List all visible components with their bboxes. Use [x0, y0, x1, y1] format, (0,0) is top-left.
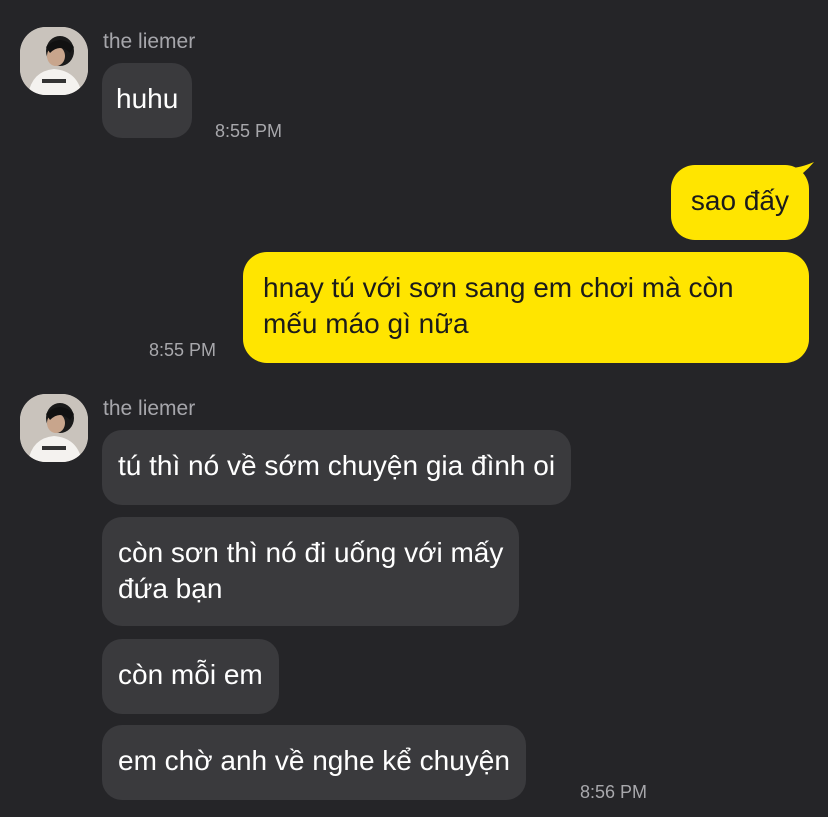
sender-name: the liemer [103, 397, 196, 420]
message-bubble[interactable]: tú thì nó về sớm chuyện gia đình oi [102, 430, 572, 505]
message-time: 8:55 PM [149, 340, 217, 360]
message-bubble[interactable]: hnay tú với sơn sang em chơi mà còn mếu … [243, 252, 809, 363]
message-bubble[interactable]: còn sơn thì nó đi uống với mấy đứa bạn [102, 517, 520, 626]
bubble-tail-icon [790, 162, 814, 182]
message-text: sao đấy [690, 185, 789, 216]
avatar[interactable] [20, 394, 88, 462]
message-text: tú thì nó về sớm chuyện gia đình oi [118, 450, 556, 481]
message-bubble[interactable]: huhu [102, 63, 193, 138]
message-bubble[interactable]: em chờ anh về nghe kể chuyện [102, 725, 526, 800]
message-time: 8:56 PM [580, 782, 648, 802]
avatar[interactable] [20, 27, 88, 95]
sender-name: the liemer [103, 30, 196, 53]
message-text: huhu [116, 83, 179, 114]
message-text-line: đứa bạn [118, 573, 223, 604]
message-text-line: mếu máo gì nữa [263, 308, 469, 339]
message-text: em chờ anh về nghe kể chuyện [118, 745, 510, 776]
message-text-line: còn sơn thì nó đi uống với mấy [118, 537, 504, 568]
message-text: còn mỗi em [118, 659, 263, 690]
message-time: 8:55 PM [215, 121, 283, 141]
message-text-line: hnay tú với sơn sang em chơi mà còn [263, 272, 734, 303]
message-bubble[interactable]: còn mỗi em [102, 639, 279, 714]
message-bubble[interactable]: sao đấy [670, 165, 809, 240]
